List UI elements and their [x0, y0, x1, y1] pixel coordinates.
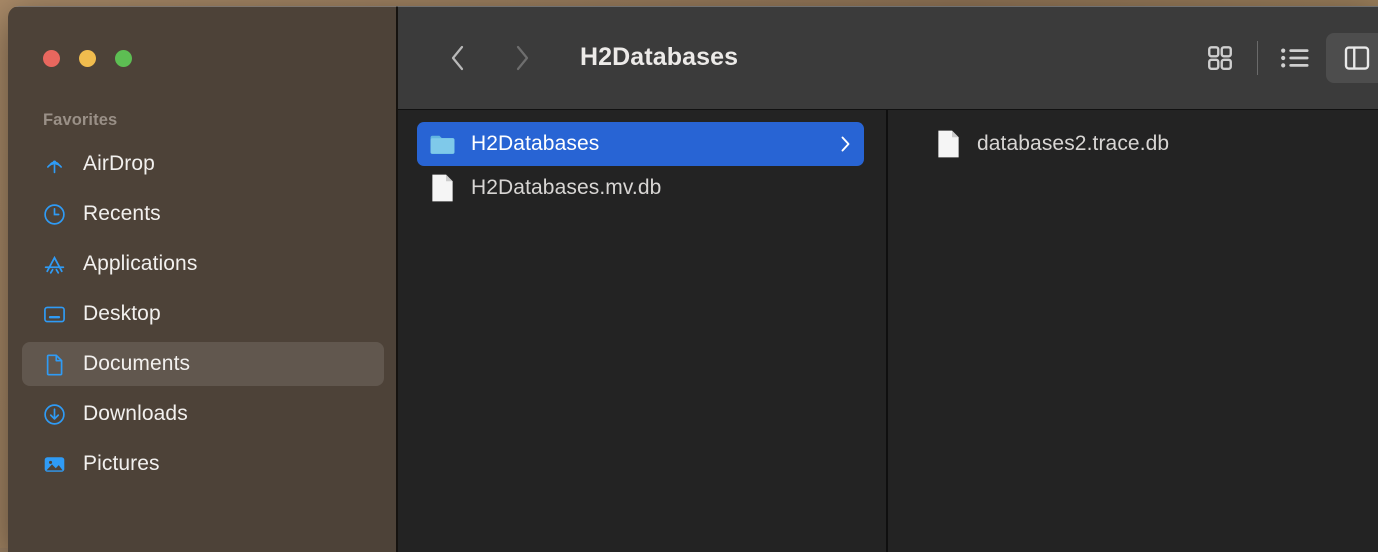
sidebar-item-label: Pictures: [83, 452, 160, 476]
file-row[interactable]: databases2.trace.db: [923, 122, 1360, 166]
page-title: H2Databases: [580, 43, 738, 72]
column-view-button[interactable]: [1326, 33, 1378, 83]
sidebar-item-label: Documents: [83, 352, 190, 376]
sidebar: Favorites AirDrop: [8, 6, 398, 552]
file-icon: [935, 129, 962, 159]
sidebar-item-label: AirDrop: [83, 152, 155, 176]
desktop-icon: [42, 302, 67, 327]
traffic-light-buttons: [8, 6, 396, 67]
column-browser: H2Databases H2Databases.mv.db: [398, 110, 1378, 552]
airdrop-icon: [42, 152, 67, 177]
sidebar-item-label: Applications: [83, 252, 197, 276]
view-mode-controls: [1189, 33, 1378, 83]
pictures-icon: [42, 452, 67, 477]
sidebar-item-pictures[interactable]: Pictures: [22, 442, 384, 486]
sidebar-item-list: AirDrop Recents: [8, 142, 396, 486]
file-name: databases2.trace.db: [977, 132, 1169, 156]
sidebar-item-label: Recents: [83, 202, 161, 226]
main-pane: H2Databases: [398, 6, 1378, 552]
navigation-buttons: [446, 41, 534, 75]
toolbar-divider: [1257, 41, 1259, 75]
toolbar: H2Databases: [398, 6, 1378, 110]
file-column-2: databases2.trace.db: [888, 110, 1378, 552]
file-column-1: H2Databases H2Databases.mv.db: [398, 110, 888, 552]
folder-icon: [429, 129, 456, 159]
sidebar-item-label: Downloads: [83, 402, 188, 426]
sidebar-item-applications[interactable]: Applications: [22, 242, 384, 286]
applications-icon: [42, 252, 67, 277]
file-name: H2Databases.mv.db: [471, 176, 661, 200]
sidebar-item-airdrop[interactable]: AirDrop: [22, 142, 384, 186]
sidebar-section-header: Favorites: [43, 111, 396, 130]
finder-window: Favorites AirDrop: [8, 6, 1378, 552]
sidebar-item-recents[interactable]: Recents: [22, 192, 384, 236]
close-button[interactable]: [43, 50, 60, 67]
file-row[interactable]: H2Databases.mv.db: [417, 166, 864, 210]
sidebar-item-documents[interactable]: Documents: [22, 342, 384, 386]
forward-button[interactable]: [510, 41, 534, 75]
list-view-button[interactable]: [1264, 33, 1326, 83]
document-icon: [42, 352, 67, 377]
sidebar-item-desktop[interactable]: Desktop: [22, 292, 384, 336]
back-button[interactable]: [446, 41, 470, 75]
icon-view-button[interactable]: [1189, 33, 1251, 83]
file-name: H2Databases: [471, 132, 599, 156]
zoom-button[interactable]: [115, 50, 132, 67]
chevron-right-icon: [839, 134, 852, 154]
file-icon: [429, 173, 456, 203]
file-row[interactable]: H2Databases: [417, 122, 864, 166]
clock-icon: [42, 202, 67, 227]
download-icon: [42, 402, 67, 427]
sidebar-item-label: Desktop: [83, 302, 161, 326]
sidebar-item-downloads[interactable]: Downloads: [22, 392, 384, 436]
minimize-button[interactable]: [79, 50, 96, 67]
